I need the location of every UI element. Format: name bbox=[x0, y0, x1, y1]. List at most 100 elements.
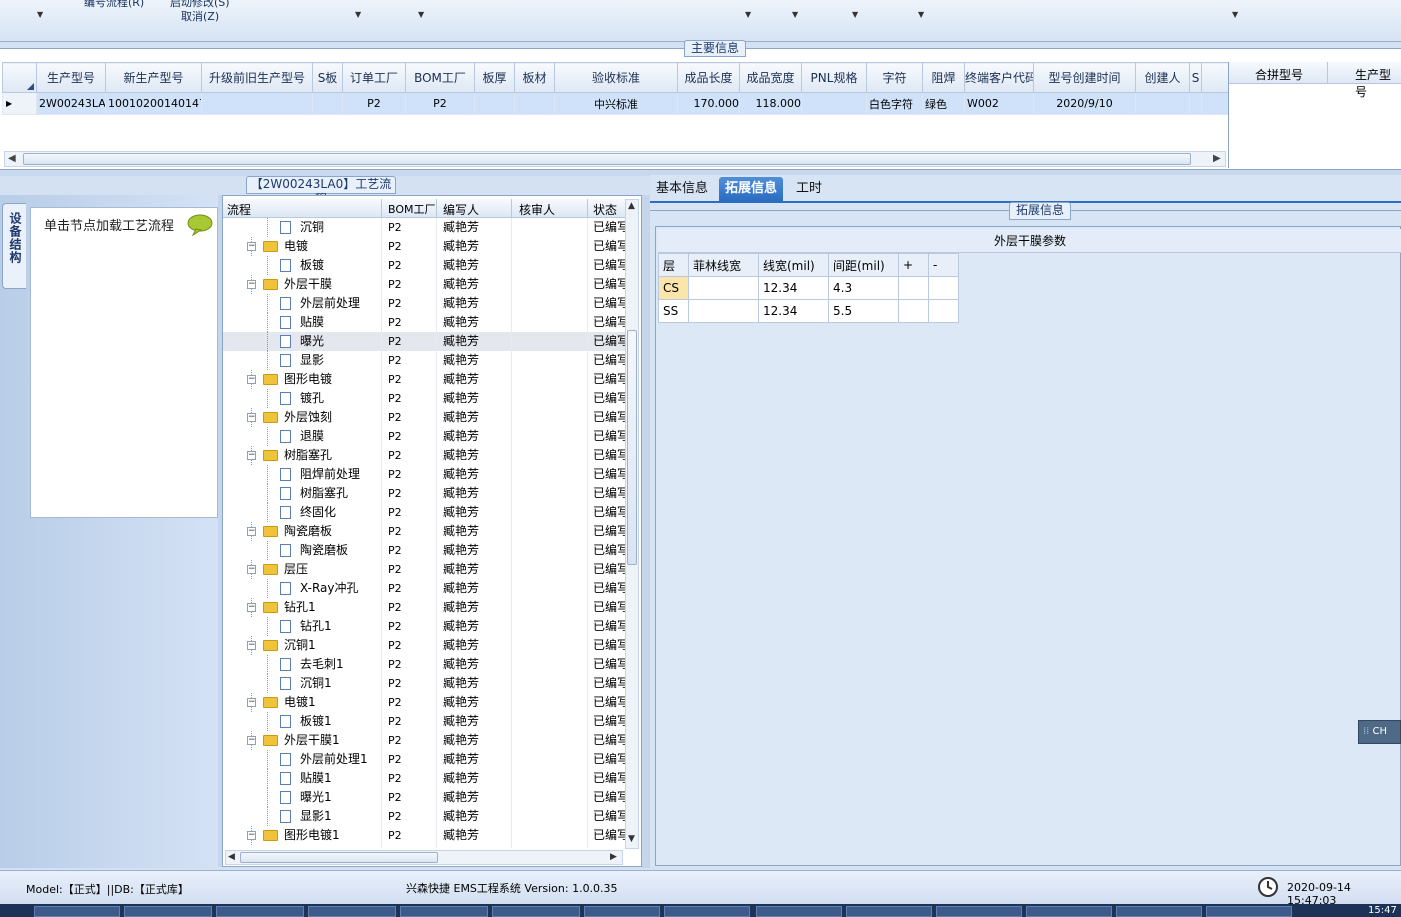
taskbar-button[interactable] bbox=[756, 906, 842, 917]
tree-node-step[interactable]: 外层前处理1 P2 臧艳芳 已编写 bbox=[223, 750, 625, 769]
scroll-left-icon[interactable]: ◀ bbox=[228, 852, 235, 862]
dropdown-arrow-icon[interactable]: ▼ bbox=[852, 10, 858, 19]
scroll-thumb[interactable] bbox=[23, 153, 1191, 165]
grid-cell[interactable]: P2 bbox=[342, 92, 406, 115]
scroll-thumb[interactable] bbox=[627, 330, 637, 565]
tree-node-folder[interactable]: − 电镀 P2 臧艳芳 已编写 bbox=[223, 237, 625, 256]
merged-grid-col-1[interactable]: 合拼型号 bbox=[1255, 66, 1303, 83]
collapse-icon[interactable]: − bbox=[247, 603, 256, 612]
tree-node-folder[interactable]: − 图形电镀1 P2 臧艳芳 已编写 bbox=[223, 826, 625, 845]
grid-col-header[interactable]: 生产型号 bbox=[36, 62, 106, 93]
row-indicator[interactable]: ▶ bbox=[2, 92, 37, 115]
grid-col-header[interactable]: 订单工厂 bbox=[342, 62, 406, 93]
taskbar-button[interactable] bbox=[1206, 906, 1292, 917]
tree-col-bom[interactable]: BOM工厂 bbox=[388, 201, 436, 217]
ext-col-header[interactable]: + bbox=[898, 253, 929, 277]
tree-node-step[interactable]: 沉铜1 P2 臧艳芳 已编写 bbox=[223, 674, 625, 693]
collapse-icon[interactable]: − bbox=[247, 527, 256, 536]
tree-node-step[interactable]: 贴膜1 P2 臧艳芳 已编写 bbox=[223, 769, 625, 788]
grid-cell[interactable]: P2 bbox=[405, 92, 475, 115]
grid-cell[interactable] bbox=[201, 92, 313, 115]
tree-node-step[interactable]: 去毛刺1 P2 臧艳芳 已编写 bbox=[223, 655, 625, 674]
toolbar-item-cancel[interactable]: 取消(Z) bbox=[181, 8, 219, 24]
grid-col-header[interactable]: 成品宽度 bbox=[739, 62, 802, 93]
tree-node-step[interactable]: 沉铜 P2 臧艳芳 已编写 bbox=[223, 218, 625, 237]
grid-cell[interactable]: 2020/9/10 bbox=[1033, 92, 1136, 115]
tree-node-folder[interactable]: − 电镀1 P2 臧艳芳 已编写 bbox=[223, 693, 625, 712]
grid-col-header[interactable]: BOM工厂 bbox=[405, 62, 475, 93]
tree-node-step[interactable]: 板镀 P2 臧艳芳 已编写 bbox=[223, 256, 625, 275]
tree-node-step[interactable]: 曝光1 P2 臧艳芳 已编写 bbox=[223, 788, 625, 807]
dropdown-arrow-icon[interactable]: ▼ bbox=[918, 10, 924, 19]
grid-col-header[interactable]: S板 bbox=[312, 62, 343, 93]
tree-col-writer[interactable]: 编写人 bbox=[443, 201, 479, 218]
collapse-icon[interactable]: − bbox=[247, 736, 256, 745]
tree-node-step[interactable]: 陶瓷磨板 P2 臧艳芳 已编写 bbox=[223, 541, 625, 560]
grid-cell[interactable]: 2W00243LA0 bbox=[36, 92, 106, 115]
grid-cell[interactable] bbox=[1135, 92, 1190, 115]
grid-col-header[interactable]: 创建人 bbox=[1135, 62, 1190, 93]
scroll-down-icon[interactable]: ▼ bbox=[628, 834, 635, 844]
grid-cell[interactable]: 10010200140147 bbox=[105, 92, 202, 115]
tree-col-flow[interactable]: 流程 bbox=[227, 201, 251, 218]
tab-extended-info[interactable]: 拓展信息 bbox=[719, 177, 784, 201]
grid-cell[interactable]: W002 bbox=[964, 92, 1034, 115]
scroll-right-icon[interactable]: ▶ bbox=[1213, 153, 1221, 164]
tree-node-step[interactable]: 曝光 P2 臧艳芳 已编写 bbox=[223, 332, 625, 351]
tree-node-step[interactable]: 退膜 P2 臧艳芳 已编写 bbox=[223, 427, 625, 446]
grid-col-header[interactable]: 阻焊 bbox=[922, 62, 965, 93]
ext-cell[interactable] bbox=[898, 276, 929, 300]
taskbar-button[interactable] bbox=[584, 906, 660, 917]
tree-node-step[interactable]: 镀孔 P2 臧艳芳 已编写 bbox=[223, 389, 625, 408]
ext-cell[interactable]: 12.34 bbox=[758, 276, 829, 300]
tree-node-folder[interactable]: − 外层干膜1 P2 臧艳芳 已编写 bbox=[223, 731, 625, 750]
collapse-icon[interactable]: − bbox=[247, 641, 256, 650]
taskbar-button[interactable] bbox=[34, 906, 120, 917]
taskbar-button[interactable] bbox=[664, 906, 750, 917]
tree-node-step[interactable]: 钻孔1 P2 臧艳芳 已编写 bbox=[223, 617, 625, 636]
ext-cell[interactable]: CS bbox=[658, 276, 689, 300]
grid-col-header[interactable]: 终端客户代码 bbox=[964, 62, 1034, 93]
grid-cell[interactable]: 118.000 bbox=[739, 92, 802, 115]
tree-node-step[interactable]: 贴膜 P2 臧艳芳 已编写 bbox=[223, 313, 625, 332]
dropdown-arrow-icon[interactable]: ▼ bbox=[1232, 10, 1238, 19]
ext-cell[interactable] bbox=[928, 299, 959, 323]
taskbar-button[interactable] bbox=[216, 906, 304, 917]
merged-grid-col-2[interactable]: 生产型号 bbox=[1355, 66, 1401, 100]
grid-col-header[interactable]: 升级前旧生产型号 bbox=[201, 62, 313, 93]
tree-node-step[interactable]: 阻焊前处理 P2 臧艳芳 已编写 bbox=[223, 465, 625, 484]
ext-cell[interactable] bbox=[688, 299, 759, 323]
ext-cell[interactable]: 5.5 bbox=[828, 299, 899, 323]
grid-cell[interactable] bbox=[1189, 92, 1202, 115]
scroll-up-icon[interactable]: ▲ bbox=[628, 201, 635, 211]
tree-col-reviewer[interactable]: 核审人 bbox=[519, 201, 555, 218]
grid-col-header[interactable]: 新生产型号 bbox=[105, 62, 202, 93]
tree-node-folder[interactable]: − 沉铜1 P2 臧艳芳 已编写 bbox=[223, 636, 625, 655]
ext-cell[interactable]: 12.34 bbox=[758, 299, 829, 323]
dropdown-arrow-icon[interactable]: ▼ bbox=[355, 10, 361, 19]
tab-basic-info[interactable]: 基本信息 bbox=[650, 177, 714, 201]
grid-col-header[interactable]: 验收标准 bbox=[554, 62, 678, 93]
grid-col-header[interactable]: 成品长度 bbox=[677, 62, 740, 93]
tree-node-step[interactable]: X-Ray冲孔 P2 臧艳芳 已编写 bbox=[223, 579, 625, 598]
taskbar-button[interactable] bbox=[492, 906, 580, 917]
taskbar-button[interactable] bbox=[1116, 906, 1202, 917]
ext-cell[interactable] bbox=[688, 276, 759, 300]
scroll-right-icon[interactable]: ▶ bbox=[610, 852, 617, 862]
dropdown-arrow-icon[interactable]: ▼ bbox=[792, 10, 798, 19]
dropdown-arrow-icon[interactable]: ▼ bbox=[37, 10, 43, 19]
taskbar-button[interactable] bbox=[846, 906, 932, 917]
tree-node-step[interactable]: 终固化 P2 臧艳芳 已编写 bbox=[223, 503, 625, 522]
taskbar-button[interactable] bbox=[400, 906, 488, 917]
tree-node-folder[interactable]: − 树脂塞孔 P2 臧艳芳 已编写 bbox=[223, 446, 625, 465]
tree-node-folder[interactable]: − 外层蚀刻 P2 臧艳芳 已编写 bbox=[223, 408, 625, 427]
grid-cell[interactable] bbox=[474, 92, 515, 115]
ext-cell[interactable] bbox=[928, 276, 959, 300]
vertical-splitter[interactable] bbox=[642, 195, 650, 868]
grid-col-header[interactable]: 字符 bbox=[866, 62, 923, 93]
collapse-icon[interactable]: − bbox=[247, 565, 256, 574]
grid-col-header[interactable]: S bbox=[1189, 62, 1202, 93]
grid-cell[interactable]: 170.000 bbox=[677, 92, 740, 115]
tree-node-step[interactable]: 树脂塞孔 P2 臧艳芳 已编写 bbox=[223, 484, 625, 503]
grid-col-header[interactable]: PNL规格 bbox=[801, 62, 867, 93]
